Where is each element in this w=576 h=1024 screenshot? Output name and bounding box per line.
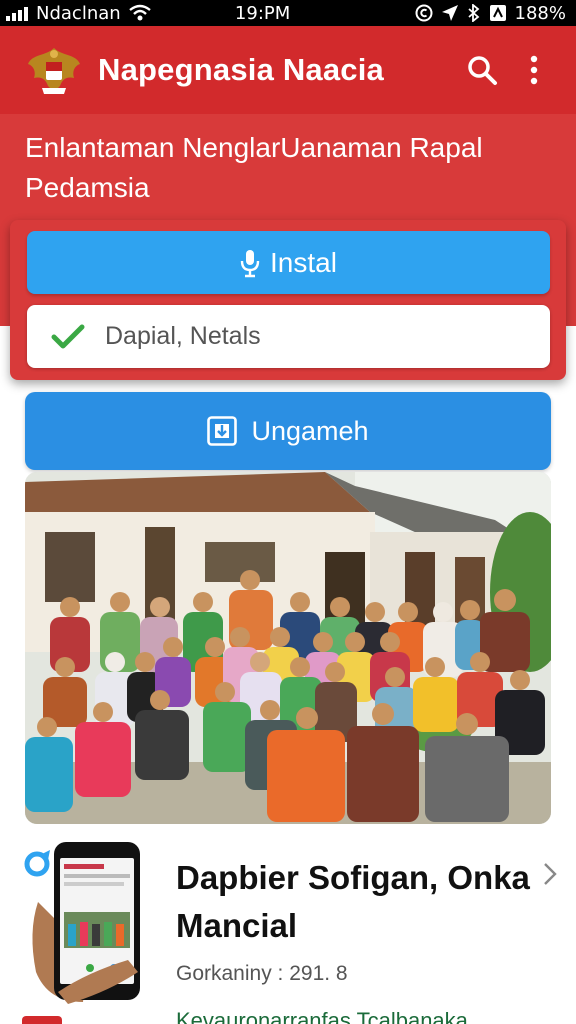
signal-icon [6, 5, 28, 21]
garuda-emblem-icon [26, 42, 82, 98]
app-title: Napegnasia Naacia [98, 52, 384, 87]
item-link[interactable]: Kevauronarranfas Tcalbanaka [176, 1008, 576, 1024]
update-label: Ungameh [251, 415, 369, 446]
search-button[interactable] [460, 48, 504, 92]
battery-level: 188% [514, 2, 566, 24]
item-meta: Gorkaniny : 291. 8 [176, 962, 348, 985]
clock: 19:PM [234, 2, 291, 24]
microphone-icon [240, 249, 260, 277]
checkmark-icon [51, 324, 85, 348]
status-value: Dapial, Netals [105, 322, 261, 350]
download-icon [207, 416, 238, 446]
install-button[interactable]: Instal [27, 231, 550, 294]
nfc-icon [489, 5, 506, 21]
bottom-red-marker [22, 1016, 62, 1024]
more-vert-icon [530, 55, 538, 85]
status-field[interactable]: Dapial, Netals [27, 305, 550, 368]
more-options-button[interactable] [512, 48, 556, 92]
bluetooth-icon [467, 4, 479, 22]
install-label: Instal [270, 246, 337, 278]
hero-heading: Enlantaman NenglarUanaman Rapal Pedamsia [25, 132, 483, 203]
item-title: Dapbier Sofigan, Onka Mancial [176, 859, 530, 944]
chevron-right-icon[interactable] [540, 860, 560, 888]
refresh-badge-icon [24, 850, 50, 877]
wifi-icon [128, 4, 151, 21]
app-bar: Napegnasia Naacia [0, 26, 576, 114]
location-arrow-icon [441, 5, 458, 21]
copyright-icon [415, 4, 433, 22]
group-photo [25, 472, 551, 824]
search-icon [468, 56, 497, 85]
update-button[interactable]: Ungameh [25, 392, 551, 470]
status-bar: Ndaclnan 19:PM 188% [0, 0, 576, 26]
carrier-name: Ndaclnan [36, 2, 121, 24]
